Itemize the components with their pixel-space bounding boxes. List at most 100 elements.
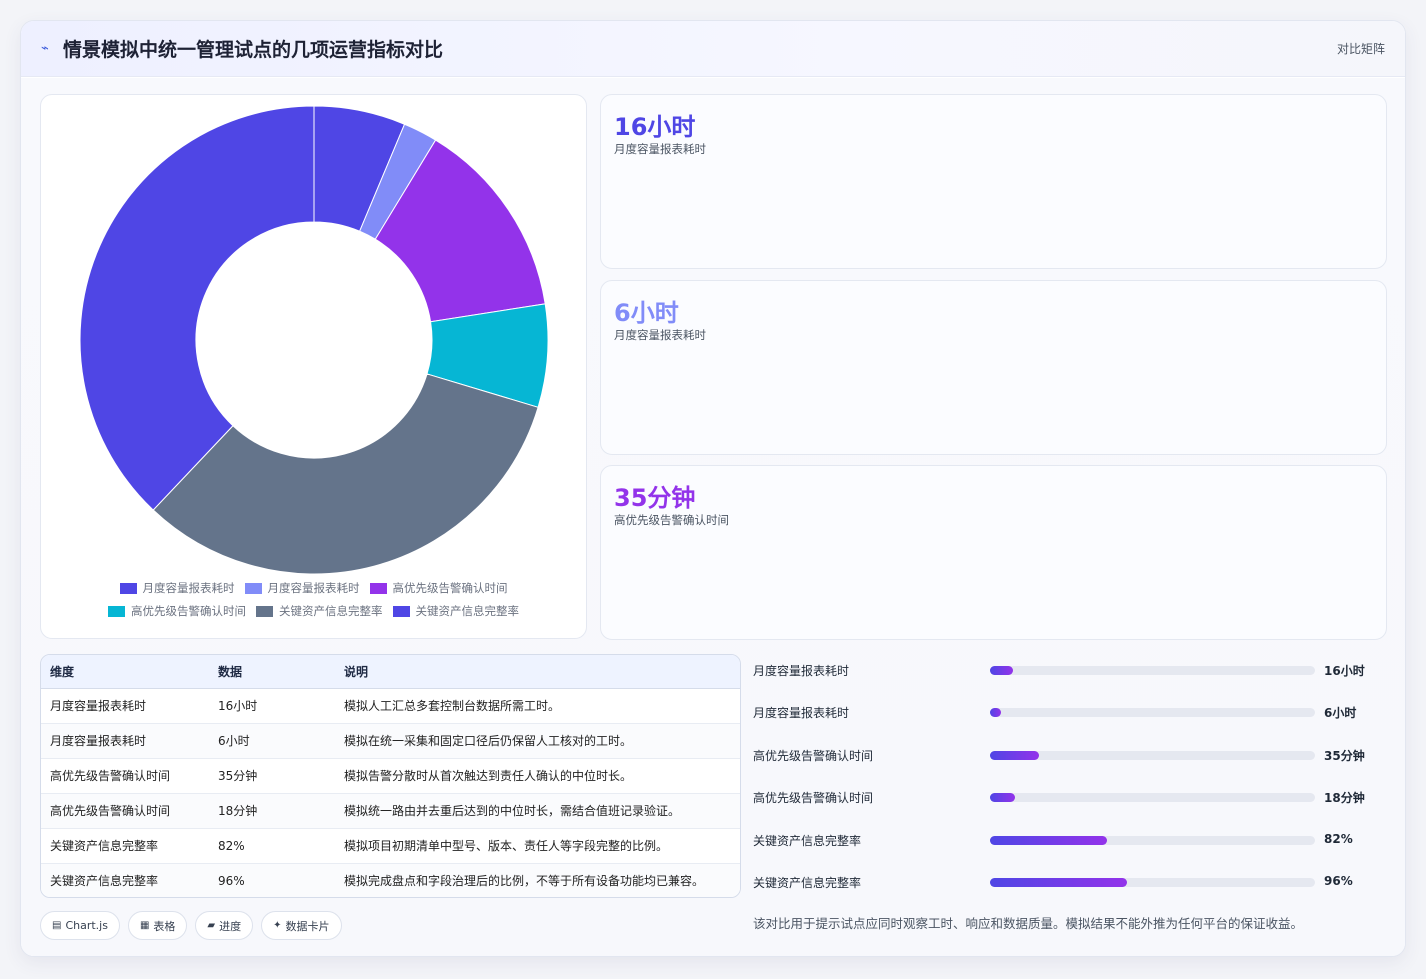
progress-label: 关键资产信息完整率 <box>753 833 862 848</box>
donut-slice[interactable] <box>79 105 315 511</box>
chip-chartjs[interactable]: ▤ Chart.js <box>40 911 120 940</box>
table-cell: 18分钟 <box>209 793 335 829</box>
kpi-card-1: 16小时 月度容量报表耗时 <box>600 94 1387 269</box>
progress-row: 月度容量报表耗时 16小时 <box>753 654 1393 696</box>
legend-item[interactable]: 关键资产信息完整率 <box>256 603 383 619</box>
progress-row: 高优先级告警确认时间 18分钟 <box>753 781 1393 823</box>
legend-label: 关键资产信息完整率 <box>415 604 520 618</box>
progress-icon: ▰ <box>207 920 216 931</box>
tag-chips: ▤ Chart.js ▦ 表格 ▰ 进度 ✦ 数据卡片 <box>40 911 342 940</box>
data-table-card: 维度 数据 说明 月度容量报表耗时 16小时 模拟人工汇总多套控制台数据所需工时… <box>40 654 741 898</box>
legend-swatch <box>369 582 387 594</box>
progress-label: 月度容量报表耗时 <box>753 664 850 678</box>
chip-label: Chart.js <box>65 919 108 932</box>
progress-label: 关键资产信息完整率 <box>753 875 862 890</box>
chip-label: 进度 <box>219 919 242 933</box>
table-cell: 月度容量报表耗时 <box>41 688 209 724</box>
legend-label: 关键资产信息完整率 <box>279 604 383 618</box>
kpi-card-2: 6小时 月度容量报表耗时 <box>600 280 1387 455</box>
progress-list: 月度容量报表耗时 16小时 月度容量报表耗时 6小时 高优先级告警确认时间 35分钟 高优先… <box>753 654 1393 908</box>
progress-fill <box>990 835 1107 845</box>
kpi-label: 月度容量报表耗时 <box>614 142 706 156</box>
chip-label: 数据卡片 <box>285 919 330 933</box>
progress-track <box>990 835 1315 845</box>
table-cell: 模拟在统一采集和固定口径后仍保留人工核对的工时。 <box>335 723 740 759</box>
legend-swatch <box>392 605 410 617</box>
progress-value: 35分钟 <box>1324 748 1365 763</box>
legend-label: 月度容量报表耗时 <box>267 581 360 595</box>
table-row: 月度容量报表耗时 6小时 模拟在统一采集和固定口径后仍保留人工核对的工时。 <box>41 723 740 759</box>
progress-row: 高优先级告警确认时间 35分钟 <box>753 739 1393 781</box>
table-cell: 模拟项目初期清单中型号、版本、责任人等字段完整的比例。 <box>335 828 740 864</box>
progress-track <box>990 708 1315 718</box>
chip-table[interactable]: ▦ 表格 <box>127 911 188 940</box>
table-icon: ▦ <box>139 920 150 931</box>
progress-label: 高优先级告警确认时间 <box>753 748 874 763</box>
column-header-description: 说明 <box>335 655 740 689</box>
progress-value: 82% <box>1324 831 1353 846</box>
progress-row: 关键资产信息完整率 96% <box>753 866 1393 908</box>
progress-track <box>990 750 1315 760</box>
progress-value: 96% <box>1324 873 1353 888</box>
table-cell: 月度容量报表耗时 <box>41 723 209 759</box>
table-header-row: 维度 数据 说明 <box>41 655 740 689</box>
table-row: 月度容量报表耗时 16小时 模拟人工汇总多套控制台数据所需工时。 <box>41 688 740 724</box>
legend-swatch <box>244 582 262 594</box>
progress-row: 关键资产信息完整率 82% <box>753 824 1393 866</box>
table-cell: 模拟人工汇总多套控制台数据所需工时。 <box>335 688 740 724</box>
legend-row: 月度容量报表耗时 月度容量报表耗时 高优先级告警确认时间 <box>41 580 586 596</box>
table-row: 高优先级告警确认时间 18分钟 模拟统一路由并去重后达到的中位时长，需结合值班记… <box>41 793 740 829</box>
progress-fill <box>990 793 1016 803</box>
table-cell: 96% <box>218 873 245 888</box>
progress-label: 月度容量报表耗时 <box>753 706 850 721</box>
legend-label: 高优先级告警确认时间 <box>392 581 508 595</box>
legend-label: 月度容量报表耗时 <box>142 581 235 595</box>
legend-row: 高优先级告警确认时间 关键资产信息完整率 关键资产信息完整率 <box>41 603 586 619</box>
legend-swatch <box>119 582 137 594</box>
donut-chart-card: 月度容量报表耗时 月度容量报表耗时 高优先级告警确认时间 高优先级告警确认时间 关键资产… <box>40 94 587 639</box>
legend-swatch <box>256 605 273 617</box>
legend-item[interactable]: 月度容量报表耗时 <box>244 580 360 596</box>
progress-fill <box>990 666 1013 675</box>
table-cell: 关键资产信息完整率 <box>50 874 159 889</box>
progress-row: 月度容量报表耗时 6小时 <box>753 696 1393 738</box>
header: ⌁ 情景模拟中统一管理试点的几项运营指标对比 对比矩阵 <box>21 21 1405 77</box>
table-cell: 模拟告警分散时从首次触达到责任人确认的中位时长。 <box>335 758 740 794</box>
legend-item[interactable]: 高优先级告警确认时间 <box>108 603 246 619</box>
progress-fill <box>990 750 1039 760</box>
legend-item[interactable]: 高优先级告警确认时间 <box>369 580 508 596</box>
chart-legend: 月度容量报表耗时 月度容量报表耗时 高优先级告警确认时间 高优先级告警确认时间 关键资产… <box>41 580 586 626</box>
chart-icon: ▤ <box>52 920 62 931</box>
kpi-value: 6小时 <box>614 299 679 327</box>
title-wrap: ⌁ 情景模拟中统一管理试点的几项运营指标对比 <box>41 35 443 62</box>
legend-label: 高优先级告警确认时间 <box>131 604 246 618</box>
table-cell: 35分钟 <box>209 758 335 794</box>
kpi-label: 高优先级告警确认时间 <box>614 513 729 527</box>
progress-value: 18分钟 <box>1324 791 1365 806</box>
table-cell: 高优先级告警确认时间 <box>41 793 209 829</box>
table-cell: 高优先级告警确认时间 <box>41 758 209 794</box>
table-cell: 模拟统一路由并去重后达到的中位时长，需结合值班记录验证。 <box>335 793 740 829</box>
progress-value: 6小时 <box>1324 706 1357 721</box>
progress-track <box>990 793 1315 803</box>
page-title: 情景模拟中统一管理试点的几项运营指标对比 <box>63 39 444 61</box>
progress-label: 高优先级告警确认时间 <box>753 791 874 806</box>
kpi-label: 月度容量报表耗时 <box>614 328 706 342</box>
footnote: 该对比用于提示试点应同时观察工时、响应和数据质量。模拟结果不能外推为任何平台的保… <box>753 916 1304 931</box>
chip-progress[interactable]: ▰ 进度 <box>195 911 254 940</box>
table-cell: 关键资产信息完整率 <box>41 828 209 864</box>
donut-chart <box>79 105 549 575</box>
legend-item[interactable]: 关键资产信息完整率 <box>392 603 520 619</box>
progress-track <box>990 877 1315 887</box>
table-cell: 16小时 <box>209 688 335 724</box>
legend-swatch <box>108 605 125 617</box>
data-table: 维度 数据 说明 月度容量报表耗时 16小时 模拟人工汇总多套控制台数据所需工时… <box>41 655 740 897</box>
compare-matrix-link[interactable]: 对比矩阵 <box>1337 40 1385 57</box>
kpi-card-3: 35分钟 高优先级告警确认时间 <box>600 465 1387 640</box>
table-cell: 82% <box>209 828 335 864</box>
legend-item[interactable]: 月度容量报表耗时 <box>119 580 235 596</box>
table-row: 关键资产信息完整率 82% 模拟项目初期清单中型号、版本、责任人等字段完整的比例… <box>41 828 740 864</box>
column-header-dimension: 维度 <box>41 655 209 689</box>
progress-value: 16小时 <box>1324 664 1365 678</box>
chip-data-card[interactable]: ✦ 数据卡片 <box>261 911 342 940</box>
